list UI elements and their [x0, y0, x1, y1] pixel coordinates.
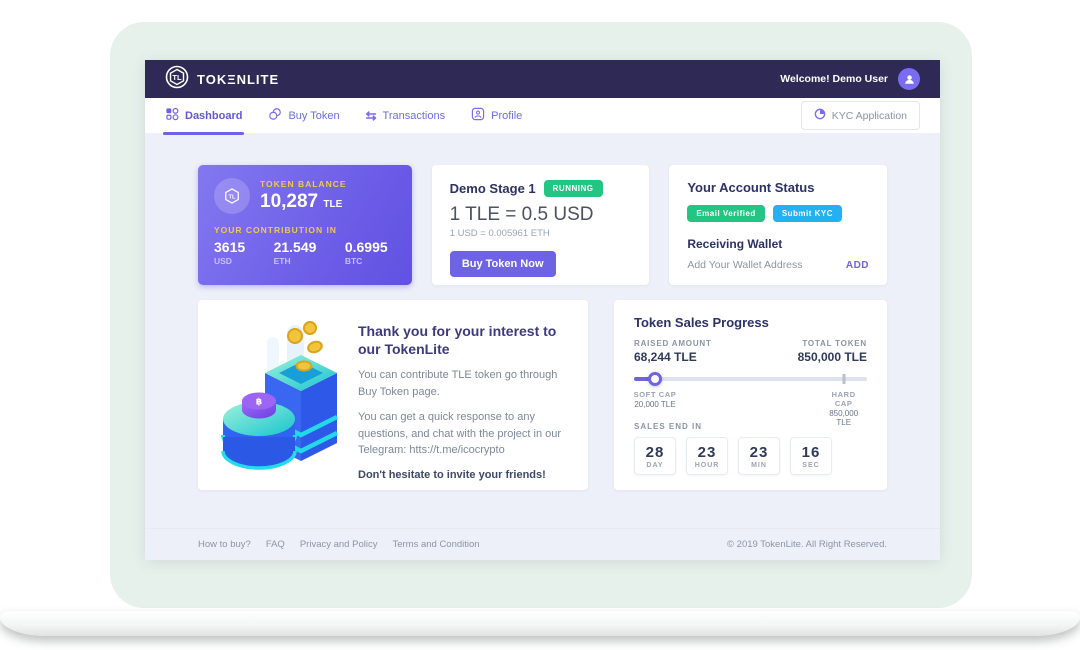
laptop-base — [0, 611, 1080, 636]
dashboard-grid-icon — [165, 107, 179, 124]
thank-you-paragraph-2: You can get a quick response to any ques… — [358, 409, 570, 459]
svg-text:฿: ฿ — [256, 398, 262, 408]
thank-you-card: ฿ Thank you for your interest to our Tok… — [198, 300, 588, 490]
coin-icon — [268, 107, 282, 124]
wallet-address-hint: Add Your Wallet Address — [687, 259, 802, 271]
token-balance-card: TL TOKEN BALANCE 10,287 TLE YOUR CONTRIB… — [198, 165, 412, 285]
copyright-text: © 2019 TokenLite. All Right Reserved. — [727, 539, 887, 550]
brand-name: TOKΞNLITE — [197, 72, 279, 87]
balance-amount: 10,287 TLE — [260, 191, 347, 213]
countdown-day: 28 DAY — [634, 437, 676, 475]
raised-amount: RAISED AMOUNT 68,244 TLE — [634, 339, 712, 364]
app-window: TL TOKΞNLITE Welcome! Demo User — [145, 60, 940, 560]
nav-label: Dashboard — [185, 110, 242, 122]
countdown-min: 23 MIN — [738, 437, 780, 475]
footer-link-privacy[interactable]: Privacy and Policy — [300, 539, 378, 550]
token-sales-progress-card: Token Sales Progress RAISED AMOUNT 68,24… — [614, 300, 887, 490]
tokenlite-logo-icon: TL — [165, 65, 189, 94]
footer-link-how-to-buy[interactable]: How to buy? — [198, 539, 251, 550]
countdown-hour: 23 HOUR — [686, 437, 728, 475]
token-coin-icon: TL — [214, 178, 250, 214]
progress-knob[interactable] — [648, 372, 662, 386]
kyc-application-button[interactable]: KYC Application — [801, 101, 920, 130]
countdown-sec: 16 SEC — [790, 437, 832, 475]
receiving-wallet-title: Receiving Wallet — [687, 237, 869, 251]
contribution-eth: 21.549 ETH — [274, 239, 317, 266]
contribution-usd: 3615 USD — [214, 239, 245, 266]
profile-icon — [471, 107, 485, 124]
transactions-arrows-icon: ⇆ — [366, 109, 377, 122]
footer-link-faq[interactable]: FAQ — [266, 539, 285, 550]
page: TL TOKΞNLITE Welcome! Demo User — [0, 0, 1080, 650]
hardcap-tick — [842, 374, 845, 384]
nav-item-buy-token[interactable]: Buy Token — [268, 96, 339, 135]
nav-item-dashboard[interactable]: Dashboard — [165, 96, 242, 135]
soft-cap-note: SOFT CAP 20,000 TLE — [634, 390, 677, 409]
account-status-title: Your Account Status — [687, 180, 869, 195]
account-status-card: Your Account Status Email Verified Submi… — [669, 165, 887, 285]
balance-label: TOKEN BALANCE — [260, 179, 347, 189]
thank-you-paragraph-1: You can contribute TLE token go through … — [358, 367, 570, 400]
kyc-icon — [814, 108, 826, 123]
balance-unit: TLE — [323, 199, 342, 210]
svg-text:TL: TL — [228, 195, 236, 201]
kyc-button-label: KYC Application — [832, 110, 907, 122]
nav-label: Transactions — [383, 110, 446, 122]
crypto-illustration: ฿ — [208, 316, 348, 474]
brand-logo[interactable]: TL TOKΞNLITE — [165, 65, 279, 94]
token-stage-card: Demo Stage 1 RUNNING 1 TLE = 0.5 USD 1 U… — [432, 165, 650, 285]
hard-cap-note: HARD CAP 850,000 TLE — [829, 390, 858, 427]
footer-link-terms[interactable]: Terms and Condition — [392, 539, 479, 550]
nav-item-profile[interactable]: Profile — [471, 96, 522, 135]
token-subrate: 1 USD = 0.005961 ETH — [450, 228, 632, 239]
slider-track — [634, 377, 867, 381]
dashboard-content: TL TOKEN BALANCE 10,287 TLE YOUR CONTRIB… — [145, 134, 940, 528]
buy-token-now-button[interactable]: Buy Token Now — [450, 251, 556, 277]
user-avatar[interactable] — [898, 68, 920, 90]
nav-item-transactions[interactable]: ⇆ Transactions — [366, 98, 445, 133]
token-rate: 1 TLE = 0.5 USD — [450, 204, 632, 226]
footer: How to buy? FAQ Privacy and Policy Terms… — [145, 528, 940, 560]
stage-title: Demo Stage 1 — [450, 181, 536, 196]
submit-kyc-badge[interactable]: Submit KYC — [773, 205, 842, 222]
top-bar: TL TOKΞNLITE Welcome! Demo User — [145, 60, 940, 98]
sales-progress-slider[interactable] — [634, 372, 867, 386]
nav-label: Profile — [491, 110, 522, 122]
svg-text:TL: TL — [172, 72, 182, 81]
user-icon — [903, 73, 916, 86]
stage-status-badge: RUNNING — [544, 180, 603, 197]
progress-title: Token Sales Progress — [634, 315, 867, 330]
nav-bar: Dashboard Buy Token ⇆ Transactions — [145, 98, 940, 134]
add-wallet-link[interactable]: ADD — [846, 260, 869, 271]
welcome-text: Welcome! Demo User — [780, 73, 888, 85]
total-token: TOTAL TOKEN 850,000 TLE — [798, 339, 867, 364]
contribution-btc: 0.6995 BTC — [345, 239, 388, 266]
email-verified-badge[interactable]: Email Verified — [687, 205, 764, 222]
invite-friends-text: Don't hesitate to invite your friends! — [358, 469, 570, 481]
contribution-label: YOUR CONTRIBUTION IN — [214, 225, 396, 235]
nav-label: Buy Token — [288, 110, 339, 122]
thank-you-title: Thank you for your interest to our Token… — [358, 322, 570, 358]
